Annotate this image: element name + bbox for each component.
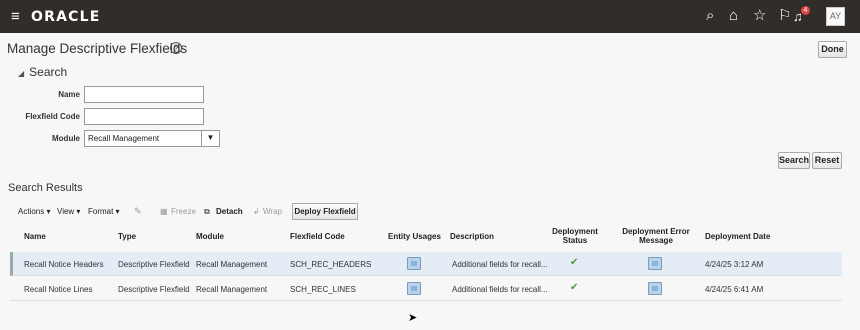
notification-count-badge: 4 <box>801 6 810 15</box>
search-section-header[interactable]: ◢ Search <box>18 65 67 79</box>
row-description: Additional fields for recall... <box>452 285 548 294</box>
mouse-cursor-icon: ➤ <box>408 312 418 324</box>
column-header-deployment-status[interactable]: Deployment Status <box>550 227 600 245</box>
deployed-checkmark-icon: ✔ <box>570 282 579 293</box>
freeze-icon[interactable]: ▦ <box>160 207 168 216</box>
view-menu[interactable]: View ▾ <box>57 207 80 216</box>
deployment-error-icon[interactable] <box>648 257 662 270</box>
detach-icon[interactable]: ⧉ <box>204 207 210 217</box>
page-title: Manage Descriptive Flexfields <box>7 41 188 56</box>
row-description: Additional fields for recall... <box>452 260 548 269</box>
module-label: Module <box>52 134 80 143</box>
column-header-name[interactable]: Name <box>24 232 46 241</box>
row-module: Recall Management <box>196 285 268 294</box>
done-button[interactable]: Done <box>818 41 847 58</box>
row-type: Descriptive Flexfield <box>118 260 190 269</box>
search-results-title: Search Results <box>8 182 83 194</box>
column-header-flexfield-code[interactable]: Flexfield Code <box>290 232 345 241</box>
wrap-icon[interactable]: ↲ <box>253 207 260 216</box>
search-icon[interactable]: ⌕ <box>706 8 714 24</box>
freeze-button[interactable]: Freeze <box>171 207 196 216</box>
row-code: SCH_REC_LINES <box>290 285 356 294</box>
row-module: Recall Management <box>196 260 268 269</box>
deploy-flexfield-button[interactable]: Deploy Flexfield <box>292 203 358 220</box>
avatar[interactable]: AY <box>826 7 845 26</box>
column-header-module[interactable]: Module <box>196 232 224 241</box>
module-select[interactable]: Recall Management ▼ <box>84 130 220 147</box>
table-row[interactable]: Recall Notice Headers Descriptive Flexfi… <box>10 252 842 276</box>
dropdown-arrow-icon[interactable]: ▼ <box>201 130 219 147</box>
entity-usages-icon[interactable] <box>407 282 421 295</box>
flexfield-code-label: Flexfield Code <box>25 112 80 121</box>
column-header-deployment-date[interactable]: Deployment Date <box>705 232 770 241</box>
top-bar: ≡ ORACLE ⌕ ⌂ ☆ ⚐ ♫ 4 AY <box>0 0 860 33</box>
deployment-error-icon[interactable] <box>648 282 662 295</box>
table-row[interactable]: Recall Notice Lines Descriptive Flexfiel… <box>10 277 842 301</box>
entity-usages-icon[interactable] <box>407 257 421 270</box>
flexfield-code-field[interactable] <box>84 108 204 125</box>
home-icon[interactable]: ⌂ <box>729 8 738 24</box>
column-header-deployment-error[interactable]: Deployment Error Message <box>616 227 696 245</box>
column-header-description[interactable]: Description <box>450 232 494 241</box>
deployed-checkmark-icon: ✔ <box>570 257 579 268</box>
column-header-entity-usages[interactable]: Entity Usages <box>388 232 441 241</box>
row-name: Recall Notice Headers <box>24 260 104 269</box>
module-select-value: Recall Management <box>88 134 160 143</box>
menu-icon[interactable]: ≡ <box>11 8 20 25</box>
search-header-label: Search <box>29 65 68 79</box>
format-menu[interactable]: Format ▾ <box>88 207 120 216</box>
detach-button[interactable]: Detach <box>216 207 243 216</box>
name-label: Name <box>58 90 80 99</box>
results-table: Name Type Module Flexfield Code Entity U… <box>10 224 842 304</box>
help-icon[interactable]: ? <box>170 42 182 54</box>
oracle-logo[interactable]: ORACLE <box>31 9 100 25</box>
name-field[interactable] <box>84 86 204 103</box>
wrap-button[interactable]: Wrap <box>263 207 282 216</box>
reset-button[interactable]: Reset <box>812 152 842 169</box>
collapse-triangle-icon[interactable]: ◢ <box>18 69 24 78</box>
row-date: 4/24/25 3:12 AM <box>705 260 764 269</box>
favorites-icon[interactable]: ☆ <box>753 8 766 24</box>
row-name: Recall Notice Lines <box>24 285 93 294</box>
column-header-type[interactable]: Type <box>118 232 136 241</box>
row-code: SCH_REC_HEADERS <box>290 260 372 269</box>
row-date: 4/24/25 6:41 AM <box>705 285 764 294</box>
edit-pencil-icon[interactable]: ✎ <box>134 206 142 217</box>
search-button[interactable]: Search <box>778 152 810 169</box>
flag-icon[interactable]: ⚐ <box>778 8 791 24</box>
row-type: Descriptive Flexfield <box>118 285 190 294</box>
actions-menu[interactable]: Actions ▾ <box>18 207 50 216</box>
